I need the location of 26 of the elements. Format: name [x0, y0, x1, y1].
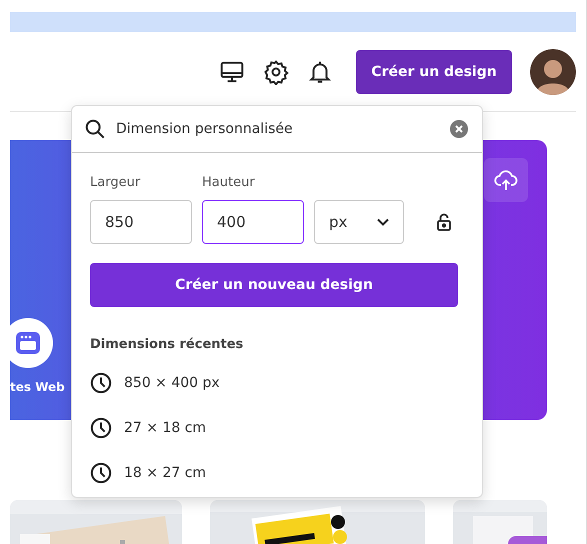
tile-label: tes Web: [10, 380, 65, 394]
dimension-field[interactable]: 850: [90, 200, 192, 244]
clock-icon: [90, 416, 112, 438]
settings-icon[interactable]: [263, 58, 289, 84]
field-label: Largeur: [90, 175, 142, 190]
avatar[interactable]: [530, 48, 576, 94]
field-label: Hauteur: [202, 175, 256, 190]
unlocked-padlock-icon[interactable]: [436, 213, 452, 231]
website-tile[interactable]: [10, 318, 53, 368]
search-icon: [84, 118, 106, 140]
chevron-down-icon: [377, 218, 389, 226]
unit-select[interactable]: px: [314, 200, 404, 244]
dimension-field[interactable]: 400: [202, 200, 304, 244]
create-design-button[interactable]: Créer un design: [356, 50, 512, 94]
clock-icon: [90, 462, 112, 484]
clear-icon[interactable]: [450, 120, 468, 138]
clock-icon: [90, 372, 112, 394]
upload-button[interactable]: [484, 158, 528, 202]
recent-dimension-item[interactable]: 850 × 400 px: [90, 360, 464, 405]
browser-window-icon: [15, 331, 41, 355]
create-new-design-button[interactable]: Créer un nouveau design: [90, 263, 458, 307]
recent-dimension-item[interactable]: 27 × 18 cm: [90, 405, 464, 450]
notification-bell-icon[interactable]: [307, 58, 333, 84]
cloud-upload-icon: [494, 169, 518, 191]
recent-dimension-item[interactable]: 18 × 27 cm: [90, 450, 464, 495]
section-heading: Dimensions récentes: [90, 337, 244, 352]
